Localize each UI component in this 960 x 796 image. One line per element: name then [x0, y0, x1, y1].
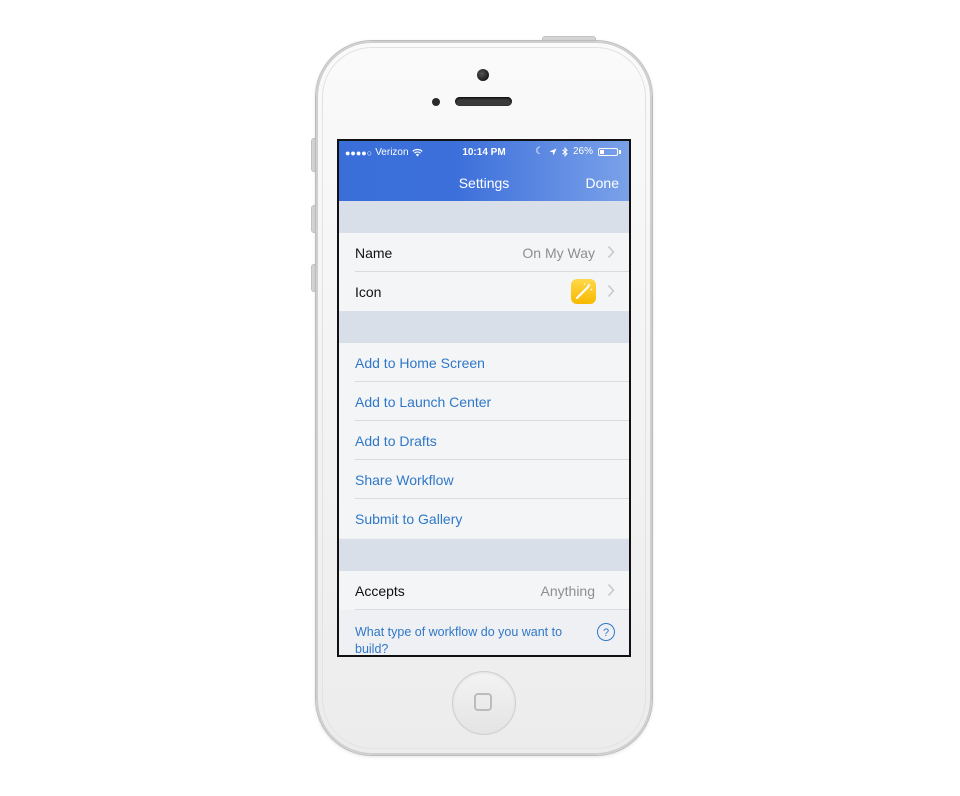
- name-row[interactable]: Name On My Way: [339, 233, 629, 272]
- battery-percentage: 26%: [572, 146, 593, 157]
- section-spacer: [339, 201, 629, 233]
- done-button[interactable]: Done: [586, 175, 619, 191]
- stage: ●●●●○ Verizon 10:14 PM ☾ 26% Settings Do…: [0, 0, 960, 796]
- battery-tip: [619, 149, 621, 154]
- name-value: On My Way: [522, 245, 595, 261]
- section-spacer: [339, 539, 629, 571]
- workflow-type-help-text[interactable]: What type of workflow do you want to bui…: [355, 624, 595, 655]
- battery-fill: [600, 149, 604, 154]
- add-to-home-screen-row[interactable]: Add to Home Screen: [339, 343, 629, 382]
- chevron-right-icon: [607, 583, 615, 597]
- location-arrow-icon: [549, 148, 557, 155]
- home-button[interactable]: [452, 671, 516, 735]
- earpiece-speaker: [455, 97, 512, 106]
- chevron-right-icon: [607, 245, 615, 259]
- proximity-sensor: [432, 98, 440, 106]
- status-bar: ●●●●○ Verizon 10:14 PM ☾ 26%: [339, 141, 629, 163]
- row-separator: [355, 609, 629, 610]
- status-right: ☾ 26%: [535, 146, 621, 157]
- section-spacer: [339, 311, 629, 343]
- submit-to-gallery-button[interactable]: Submit to Gallery: [355, 511, 462, 527]
- bluetooth-icon: [562, 146, 568, 157]
- accepts-value: Anything: [540, 583, 595, 599]
- share-workflow-row[interactable]: Share Workflow: [339, 460, 629, 499]
- accepts-row[interactable]: Accepts Anything: [339, 571, 629, 610]
- settings-screen: ●●●●○ Verizon 10:14 PM ☾ 26% Settings Do…: [339, 141, 629, 655]
- front-camera: [477, 69, 489, 81]
- magic-wand-icon: [571, 279, 596, 304]
- add-to-launch-center-row[interactable]: Add to Launch Center: [339, 382, 629, 421]
- question-mark-icon[interactable]: ?: [597, 623, 615, 641]
- screen: ●●●●○ Verizon 10:14 PM ☾ 26% Settings Do…: [337, 139, 631, 657]
- navigation-header: ●●●●○ Verizon 10:14 PM ☾ 26% Settings Do…: [339, 141, 629, 201]
- accepts-label: Accepts: [355, 583, 405, 599]
- battery-icon: [598, 147, 618, 156]
- submit-to-gallery-row[interactable]: Submit to Gallery: [339, 499, 629, 538]
- add-to-home-screen-button[interactable]: Add to Home Screen: [355, 355, 485, 371]
- add-to-drafts-row[interactable]: Add to Drafts: [339, 421, 629, 460]
- chevron-right-icon: [607, 284, 615, 298]
- name-label: Name: [355, 245, 393, 261]
- home-square-icon: [474, 693, 492, 711]
- add-to-launch-center-button[interactable]: Add to Launch Center: [355, 394, 491, 410]
- add-to-drafts-button[interactable]: Add to Drafts: [355, 433, 437, 449]
- icon-label: Icon: [355, 284, 382, 300]
- icon-row[interactable]: Icon: [339, 272, 629, 311]
- share-workflow-button[interactable]: Share Workflow: [355, 472, 454, 488]
- moon-icon: ☾: [535, 146, 544, 157]
